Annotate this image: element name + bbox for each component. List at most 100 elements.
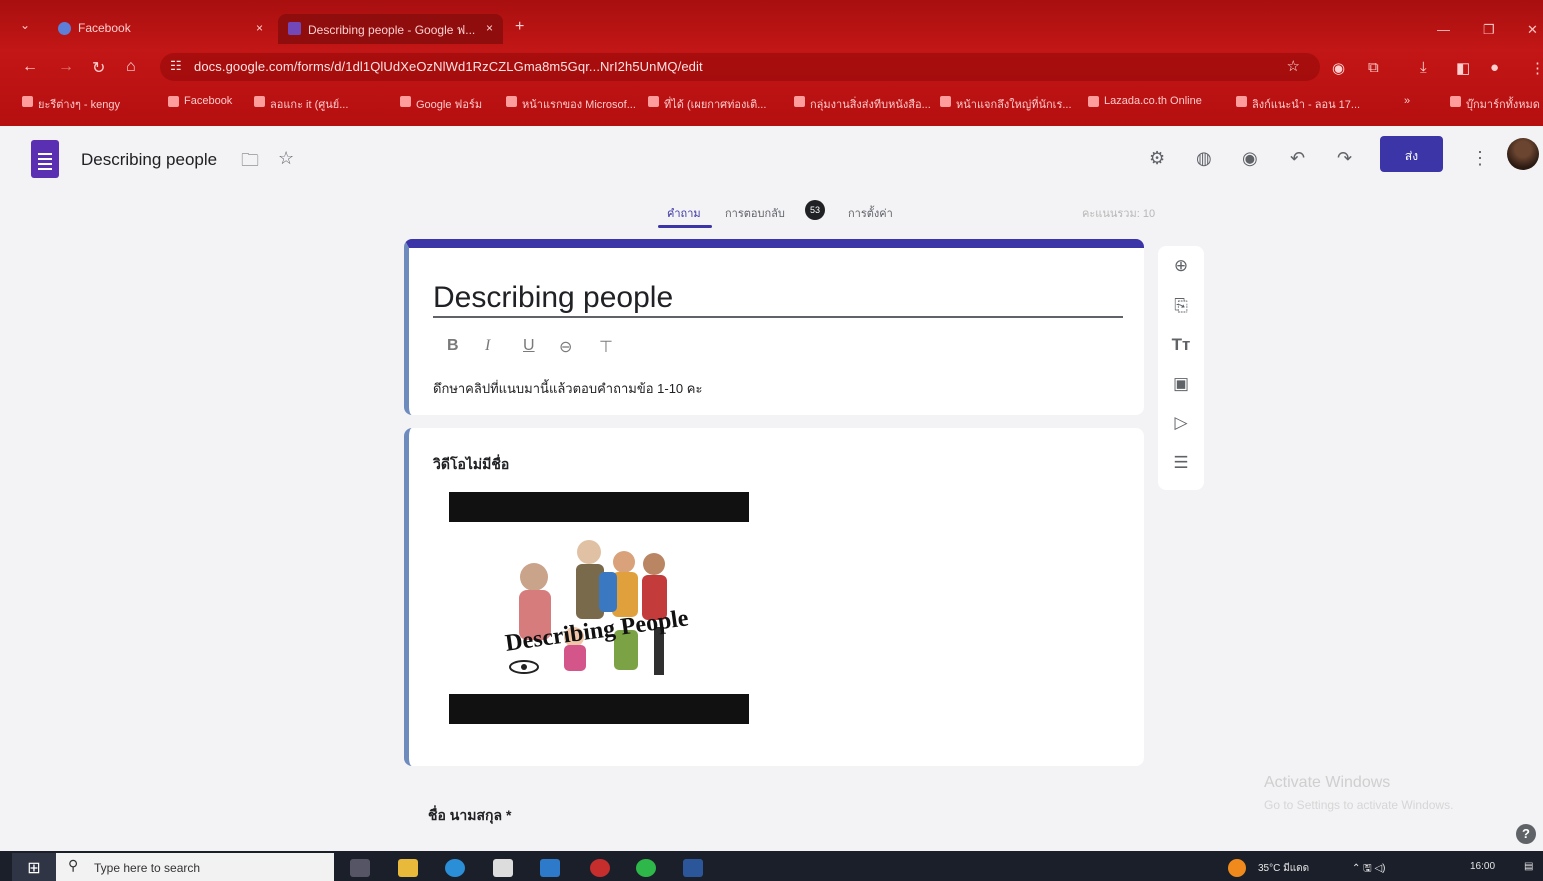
notification-icon[interactable]: ▤: [1524, 861, 1533, 872]
more-menu-icon[interactable]: ⋮: [1530, 59, 1543, 77]
video-title[interactable]: วิดีโอไม่มีชื่อ: [433, 454, 509, 476]
weather-icon[interactable]: [1228, 859, 1246, 877]
tab-facebook[interactable]: Facebook ×: [48, 14, 273, 44]
title-underline: [433, 316, 1123, 318]
restore-icon[interactable]: ❐: [1483, 22, 1495, 38]
undo-icon[interactable]: ↶: [1290, 148, 1305, 169]
bookmark-item[interactable]: ยะรีต่างๆ - kengy: [22, 95, 120, 113]
clock[interactable]: 16:00: [1470, 861, 1495, 872]
bookmark-item[interactable]: ลิงก์แนะนำ - ลอน 17...: [1236, 95, 1360, 113]
url-field[interactable]: ☷ docs.google.com/forms/d/1dl1QlUdXeOzNl…: [160, 53, 1320, 81]
tab-responses[interactable]: การตอบกลับ: [725, 204, 785, 222]
redo-icon[interactable]: ↷: [1337, 148, 1352, 169]
google-forms-logo[interactable]: [31, 140, 59, 178]
close-window-icon[interactable]: ✕: [1527, 22, 1538, 38]
back-icon[interactable]: ←: [22, 58, 38, 76]
total-points: คะแนนรวม: 10: [1082, 208, 1156, 220]
close-tab-icon[interactable]: ×: [486, 21, 493, 35]
system-tray-icons[interactable]: ⌃ 🖫 ◁): [1352, 861, 1385, 878]
download-icon[interactable]: ⤓: [1420, 59, 1427, 76]
add-section-icon[interactable]: ☰: [1169, 453, 1193, 473]
bookmark-item[interactable]: ลอแกะ it (ศูนย์...: [254, 95, 348, 113]
underline-button[interactable]: U: [523, 337, 535, 355]
italic-button[interactable]: I: [485, 337, 490, 355]
bold-button[interactable]: B: [447, 337, 459, 355]
puzzle-icon[interactable]: ⧉: [1368, 59, 1379, 76]
bookmark-star-icon[interactable]: ☆: [1286, 57, 1300, 75]
extension-icon[interactable]: ◉: [1332, 59, 1345, 77]
preview-eye-icon[interactable]: ◉: [1242, 148, 1258, 169]
search-icon: ⚲: [68, 857, 79, 873]
tab-questions[interactable]: คำถาม: [667, 204, 701, 222]
file-explorer-icon[interactable]: [398, 859, 418, 877]
new-tab-button[interactable]: +: [515, 18, 524, 36]
bookmark-item[interactable]: Lazada.co.th Online: [1088, 95, 1202, 107]
bookmark-item[interactable]: Facebook: [168, 95, 232, 107]
form-description[interactable]: ดึกษาคลิปที่แนบมานี้แล้วตอบคำถามข้อ 1-10…: [433, 378, 702, 399]
activate-windows-hint: Go to Settings to activate Windows.: [1264, 798, 1454, 812]
tab-settings[interactable]: การตั้งค่า: [848, 204, 893, 222]
responses-count-badge: 53: [805, 200, 825, 220]
video-thumbnail[interactable]: Describing People: [449, 492, 749, 724]
add-video-icon[interactable]: ▷: [1169, 413, 1193, 433]
reload-icon[interactable]: ↻: [92, 58, 105, 78]
mail-icon[interactable]: [540, 859, 560, 877]
form-title[interactable]: Describing people: [433, 281, 673, 315]
close-tab-icon[interactable]: ×: [256, 21, 263, 35]
star-icon[interactable]: ☆: [278, 148, 294, 169]
form-title-card[interactable]: Describing people B I U ⊖ ⊤ ดึกษาคลิปที่…: [404, 239, 1144, 415]
tab-search-icon[interactable]: ⌄: [20, 18, 30, 32]
forms-icon: [288, 22, 301, 35]
tab-title: Describing people - Google ฟ...: [308, 23, 476, 37]
windows-start-icon[interactable]: ⊞: [12, 853, 56, 881]
tab-title: Facebook: [78, 21, 131, 35]
add-title-icon[interactable]: Tт: [1169, 335, 1193, 355]
home-icon[interactable]: ⌂: [126, 58, 136, 76]
url-text: docs.google.com/forms/d/1dl1QlUdXeOzNlWd…: [194, 59, 703, 74]
search-placeholder: Type here to search: [94, 861, 201, 875]
document-title[interactable]: Describing people: [81, 150, 217, 170]
bookmark-item[interactable]: หน้าแจกลึงใหญ่ที่นักเร...: [940, 95, 1072, 113]
video-bottom-bar: [449, 694, 749, 724]
bookmark-item[interactable]: ที่ได้ (เผยกาศท่องเติ...: [648, 95, 766, 113]
send-button[interactable]: ส่ง: [1380, 136, 1443, 172]
name-question-label[interactable]: ชื่อ นามสกุล *: [428, 805, 511, 827]
task-view-icon[interactable]: [350, 859, 370, 877]
bookmark-item[interactable]: Google ฟอร์ม: [400, 95, 482, 113]
bookmark-item[interactable]: หน้าแรกของ Microsof...: [506, 95, 636, 113]
video-card[interactable]: วิดีโอไม่มีชื่อ Describing People: [404, 428, 1144, 766]
site-info-icon[interactable]: ☷: [170, 58, 182, 74]
profile-icon[interactable]: ●: [1490, 59, 1499, 76]
add-question-icon[interactable]: ⊕: [1169, 256, 1193, 276]
link-icon[interactable]: ⊖: [559, 337, 572, 357]
store-icon[interactable]: [493, 859, 513, 877]
more-bookmarks-icon[interactable]: »: [1404, 95, 1410, 107]
tab-describing-people[interactable]: Describing people - Google ฟ... ×: [278, 14, 503, 44]
video-top-bar: [449, 492, 749, 522]
bookmarks-bar: ยะรีต่างๆ - kengy Facebook ลอแกะ it (ศูน…: [0, 90, 1543, 116]
clear-formatting-icon[interactable]: ⊤: [599, 337, 613, 357]
edge-icon[interactable]: [445, 859, 465, 877]
taskbar-search[interactable]: ⚲ Type here to search: [56, 853, 334, 881]
chrome-icon[interactable]: [590, 859, 610, 877]
sidepanel-icon[interactable]: ◧: [1456, 59, 1470, 77]
import-questions-icon[interactable]: ⎘: [1169, 296, 1193, 316]
activate-windows-watermark: Activate Windows: [1264, 774, 1391, 791]
weather-text[interactable]: 35°C มีแดด: [1258, 861, 1309, 876]
add-image-icon[interactable]: ▣: [1169, 374, 1193, 394]
forward-icon[interactable]: →: [58, 58, 74, 76]
palette-icon[interactable]: ◍: [1196, 148, 1212, 169]
help-icon[interactable]: ?: [1516, 824, 1536, 844]
avatar[interactable]: [1507, 138, 1539, 170]
all-bookmarks-folder[interactable]: บุ๊กมาร์กทั้งหมด: [1450, 95, 1540, 113]
word-icon[interactable]: [683, 859, 703, 877]
bookmark-item[interactable]: กลุ่มงานสิ่งส่งทีบหนังสือ...: [794, 95, 931, 113]
addons-icon[interactable]: ⚙: [1149, 148, 1165, 169]
more-options-icon[interactable]: ⋮: [1471, 148, 1489, 169]
folder-icon[interactable]: 🗀: [241, 148, 259, 178]
question-toolbar: ⊕ ⎘ Tт ▣ ▷ ☰: [1158, 246, 1204, 490]
minimize-icon[interactable]: —: [1437, 22, 1450, 37]
line-icon[interactable]: [636, 859, 656, 877]
tab-strip: ⌄ Facebook × Describing people - Google …: [0, 8, 1543, 44]
form-tabs: คำถาม การตอบกลับ 53 การตั้งค่า คะแนนรวม:…: [0, 200, 1543, 230]
